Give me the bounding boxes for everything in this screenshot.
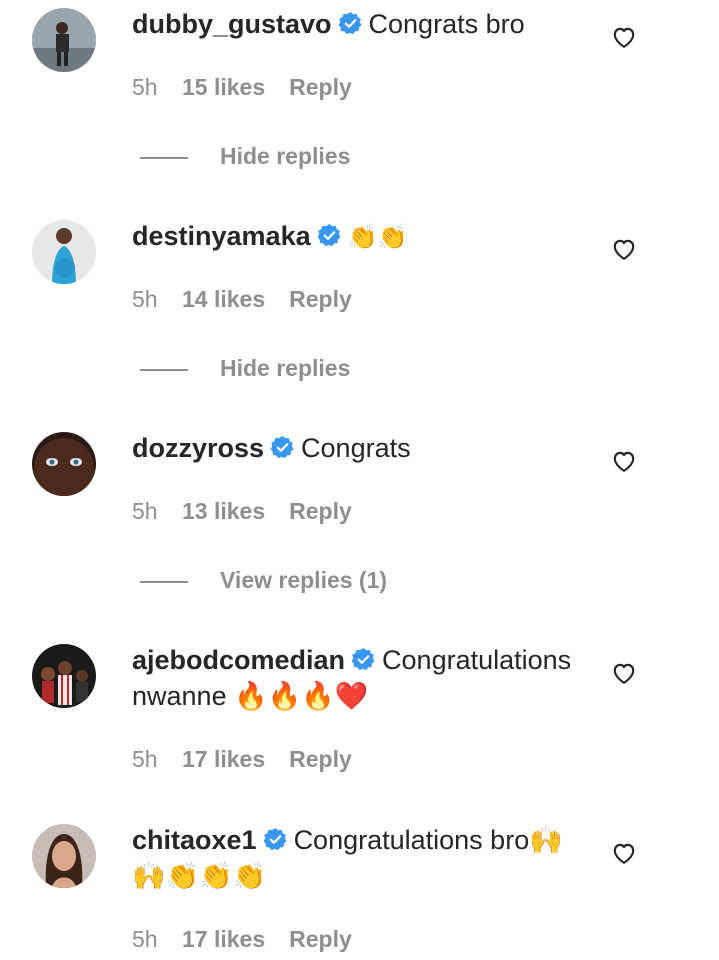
hide-replies-button[interactable]: Hide replies (140, 141, 350, 171)
replies-toggle-label: Hide replies (220, 143, 351, 169)
comment-meta: 5h 13 likes Reply (132, 496, 352, 526)
comment-body: Congrats bro (368, 9, 525, 39)
comment-time: 5h (132, 74, 158, 100)
comment-meta: 5h 14 likes Reply (132, 284, 352, 314)
replies-divider (140, 368, 188, 371)
reply-button[interactable]: Reply (289, 498, 352, 524)
hide-replies-button[interactable]: Hide replies (140, 353, 350, 383)
comment-body: Congrats (301, 433, 411, 463)
comment-text: dubby_gustavo Congrats bro (132, 6, 592, 42)
replies-divider (140, 156, 188, 159)
reply-button[interactable]: Reply (289, 286, 352, 312)
avatar[interactable] (32, 824, 96, 888)
verified-badge-icon (338, 11, 363, 36)
like-heart-icon[interactable] (611, 840, 637, 866)
comment-time: 5h (132, 498, 158, 524)
view-replies-button[interactable]: View replies (1) (140, 565, 387, 595)
verified-badge-icon (270, 435, 295, 460)
like-heart-icon[interactable] (611, 660, 637, 686)
like-heart-icon[interactable] (611, 24, 637, 50)
verified-badge-icon (263, 827, 288, 852)
verified-badge-icon (317, 223, 342, 248)
comment-meta: 5h 15 likes Reply (132, 72, 352, 102)
comment-body: 👏👏 (347, 223, 408, 251)
comment-text: dozzyross Congrats (132, 430, 592, 466)
avatar[interactable] (32, 8, 96, 72)
avatar[interactable] (32, 644, 96, 708)
comment-likes[interactable]: 14 likes (182, 284, 265, 314)
comment-text: chitaoxe1 Congratulations bro🙌🙌👏👏👏 (132, 822, 592, 894)
comment-time: 5h (132, 286, 158, 312)
verified-badge-icon (351, 647, 376, 672)
reply-button[interactable]: Reply (289, 746, 352, 772)
comment-likes[interactable]: 17 likes (182, 744, 265, 774)
replies-toggle-label: View replies (1) (220, 567, 388, 593)
comment-time: 5h (132, 746, 158, 772)
avatar[interactable] (32, 432, 96, 496)
like-heart-icon[interactable] (611, 236, 637, 262)
comment-time: 5h (132, 926, 158, 952)
comment-meta: 5h 17 likes Reply (132, 744, 352, 774)
comment-likes[interactable]: 15 likes (182, 72, 265, 102)
like-heart-icon[interactable] (611, 448, 637, 474)
replies-divider (140, 580, 188, 583)
comment-username[interactable]: ajebodcomedian (132, 645, 345, 675)
comment-meta: 5h 17 likes Reply (132, 924, 352, 954)
comment-likes[interactable]: 13 likes (182, 496, 265, 526)
comment-username[interactable]: dubby_gustavo (132, 9, 332, 39)
comment-likes[interactable]: 17 likes (182, 924, 265, 954)
reply-button[interactable]: Reply (289, 926, 352, 952)
comment-username[interactable]: dozzyross (132, 433, 264, 463)
comment-text: destinyamaka 👏👏 (132, 218, 592, 255)
reply-button[interactable]: Reply (289, 74, 352, 100)
comment-username[interactable]: destinyamaka (132, 221, 311, 251)
replies-toggle-label: Hide replies (220, 355, 351, 381)
avatar[interactable] (32, 220, 96, 284)
comment-text: ajebodcomedian Congratulations nwanne 🔥🔥🔥… (132, 642, 592, 714)
comment-username[interactable]: chitaoxe1 (132, 825, 257, 855)
